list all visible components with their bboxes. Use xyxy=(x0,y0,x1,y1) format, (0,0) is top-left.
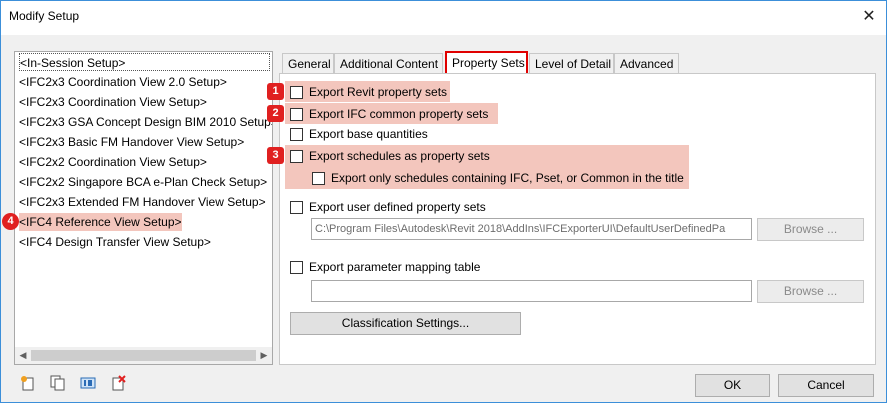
title-bar: Modify Setup ✕ xyxy=(1,1,886,35)
cancel-button[interactable]: Cancel xyxy=(778,374,874,397)
option-param-mapping[interactable]: Export parameter mapping table xyxy=(290,259,480,275)
setup-item-ifc2x2-bca[interactable]: <IFC2x2 Singapore BCA e-Plan Check Setup… xyxy=(19,173,267,191)
rename-setup-icon[interactable] xyxy=(80,375,96,391)
option-schedules-only[interactable]: Export only schedules containing IFC, Ps… xyxy=(312,170,684,186)
setup-item-ifc2x3-extended-fm[interactable]: <IFC2x3 Extended FM Handover View Setup> xyxy=(19,193,266,211)
setup-item-ifc4-reference[interactable]: <IFC4 Reference View Setup> xyxy=(19,213,182,231)
ifc-common-psets-checkbox[interactable] xyxy=(290,107,303,121)
setup-item-ifc2x3-basic-fm[interactable]: <IFC2x3 Basic FM Handover View Setup> xyxy=(19,133,244,151)
scroll-left-icon[interactable]: ◀ xyxy=(15,347,31,364)
setup-item-ifc2x3-gsa[interactable]: <IFC2x3 GSA Concept Design BIM 2010 Setu… xyxy=(19,113,272,131)
tab-general[interactable]: General xyxy=(282,53,334,74)
close-button[interactable]: ✕ xyxy=(856,5,882,29)
setup-list[interactable]: <In-Session Setup> <IFC2x3 Coordination … xyxy=(14,51,273,365)
schedules-only-checkbox[interactable] xyxy=(312,171,325,185)
option-ifc-common-psets[interactable]: Export IFC common property sets xyxy=(290,106,488,122)
setup-item-ifc2x3-cv2[interactable]: <IFC2x3 Coordination View 2.0 Setup> xyxy=(19,73,227,91)
delete-setup-icon[interactable] xyxy=(110,375,126,391)
browse-param-mapping-button[interactable]: Browse ... xyxy=(757,280,864,303)
annotation-badge-3: 3 xyxy=(267,147,284,164)
tab-level-of-detail[interactable]: Level of Detail xyxy=(529,53,614,74)
browse-user-defined-button[interactable]: Browse ... xyxy=(757,218,864,241)
param-mapping-label: Export parameter mapping table xyxy=(309,260,481,274)
setup-item-ifc2x3-cv[interactable]: <IFC2x3 Coordination View Setup> xyxy=(19,93,207,111)
option-user-defined-psets[interactable]: Export user defined property sets xyxy=(290,199,486,215)
setup-item-in-session[interactable]: <In-Session Setup> xyxy=(19,53,270,71)
scroll-right-icon[interactable]: ▶ xyxy=(256,347,272,364)
tab-property-sets[interactable]: Property Sets xyxy=(445,51,528,75)
tab-additional-content[interactable]: Additional Content xyxy=(334,53,443,74)
ok-button[interactable]: OK xyxy=(695,374,770,397)
revit-psets-checkbox[interactable] xyxy=(290,85,303,99)
setup-item-ifc2x2-cv[interactable]: <IFC2x2 Coordination View Setup> xyxy=(19,153,207,171)
schedules-psets-checkbox[interactable] xyxy=(290,149,303,163)
param-mapping-checkbox[interactable] xyxy=(290,260,303,274)
horizontal-scrollbar[interactable]: ◀ ▶ xyxy=(15,347,272,364)
option-base-quantities[interactable]: Export base quantities xyxy=(290,126,428,142)
option-schedules-psets[interactable]: Export schedules as property sets xyxy=(290,148,490,164)
revit-psets-label: Export Revit property sets xyxy=(309,85,448,99)
tab-advanced[interactable]: Advanced xyxy=(614,53,679,74)
dialog-title: Modify Setup xyxy=(9,9,80,23)
new-setup-icon[interactable] xyxy=(20,375,36,391)
schedules-psets-label: Export schedules as property sets xyxy=(309,149,490,163)
annotation-badge-1: 1 xyxy=(267,83,284,100)
param-mapping-path-field[interactable] xyxy=(311,280,752,302)
base-quantities-checkbox[interactable] xyxy=(290,127,303,141)
base-quantities-label: Export base quantities xyxy=(309,127,428,141)
option-revit-psets[interactable]: Export Revit property sets xyxy=(290,84,447,100)
duplicate-setup-icon[interactable] xyxy=(50,375,66,391)
ifc-common-psets-label: Export IFC common property sets xyxy=(309,107,489,121)
classification-settings-button[interactable]: Classification Settings... xyxy=(290,312,521,335)
scrollbar-thumb[interactable] xyxy=(31,350,256,361)
annotation-badge-2: 2 xyxy=(267,105,284,122)
user-defined-psets-label: Export user defined property sets xyxy=(309,200,486,214)
schedules-only-label: Export only schedules containing IFC, Ps… xyxy=(331,171,684,185)
user-defined-psets-path-field[interactable]: C:\Program Files\Autodesk\Revit 2018\Add… xyxy=(311,218,752,240)
user-defined-psets-checkbox[interactable] xyxy=(290,200,303,214)
setup-item-ifc4-design-transfer[interactable]: <IFC4 Design Transfer View Setup> xyxy=(19,233,211,251)
annotation-badge-4: 4 xyxy=(2,213,19,230)
